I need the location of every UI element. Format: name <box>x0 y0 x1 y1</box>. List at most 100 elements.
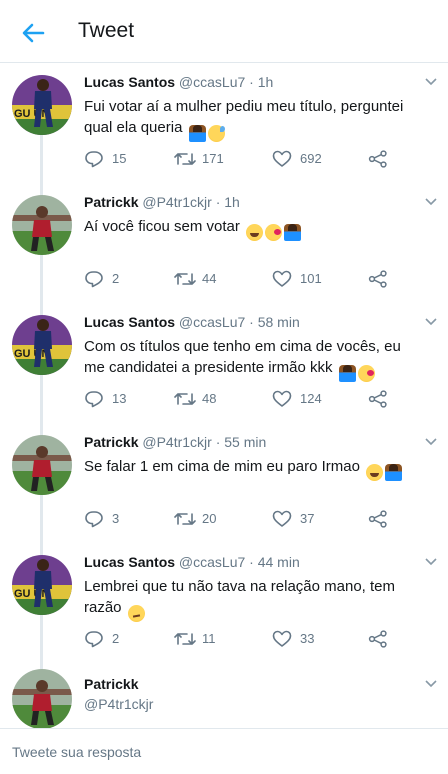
tweet[interactable]: GU UN Lucas Santos @ccasLu7 · 44 min Lem… <box>0 543 448 663</box>
heart-icon <box>272 390 292 407</box>
share-icon <box>368 150 387 168</box>
like-count: 101 <box>300 271 322 286</box>
tweet-header: Patrickk @P4tr1ckjr · 55 min <box>84 433 266 451</box>
retweet-icon <box>174 633 196 645</box>
reply-count: 15 <box>112 151 127 166</box>
chevron-down-icon[interactable] <box>424 315 438 329</box>
person-icon: person-icon <box>188 125 206 142</box>
tweet-body: Fui votar aí a mulher pediu meu título, … <box>84 98 404 136</box>
author-name[interactable]: Patrickk <box>84 194 138 210</box>
person-icon: person-icon <box>284 224 302 241</box>
laugh-icon: laugh-icon <box>246 224 264 241</box>
kiss-icon: kiss-icon <box>265 224 283 241</box>
author-handle-time: @ccasLu7 · 58 min <box>178 314 300 330</box>
tweet-header: Patrickk @P4tr1ckjr · 1h <box>84 193 240 211</box>
person-icon: person-icon <box>338 365 356 382</box>
chevron-down-icon[interactable] <box>424 677 438 691</box>
heart-icon <box>272 150 292 167</box>
share-icon <box>368 510 387 528</box>
author-name[interactable]: Lucas Santos <box>84 554 175 570</box>
retweet-icon <box>174 273 196 285</box>
tweet-actions: 2 44 101 <box>84 269 414 289</box>
retweet-count: 20 <box>202 511 217 526</box>
author-name[interactable]: Lucas Santos <box>84 314 175 330</box>
avatar[interactable] <box>12 195 72 255</box>
reply-count: 2 <box>112 631 120 646</box>
laugh-icon: laugh-icon <box>366 464 384 481</box>
retweet-count: 11 <box>202 631 216 646</box>
profile-row[interactable]: Patrickk @P4tr1ckjr <box>0 663 448 729</box>
tweet-text: Com os títulos que tenho em cima de você… <box>84 336 424 382</box>
avatar[interactable]: GU UN <box>12 555 72 615</box>
share-icon <box>368 630 387 648</box>
profile-name[interactable]: Patrickk <box>84 676 138 692</box>
chevron-down-icon[interactable] <box>424 435 438 449</box>
avatar-image <box>12 435 72 495</box>
chevron-down-icon[interactable] <box>424 195 438 209</box>
author-name[interactable]: Patrickk <box>84 434 138 450</box>
reply-icon <box>85 631 103 648</box>
like-count: 692 <box>300 151 322 166</box>
person-icon: person-icon <box>385 464 403 481</box>
tweet[interactable]: GU UN Lucas Santos @ccasLu7 · 1h Fui vot… <box>0 63 448 183</box>
heart-icon <box>272 270 292 287</box>
tweet[interactable]: Patrickk @P4tr1ckjr · 55 min Se falar 1 … <box>0 423 448 543</box>
reply-composer <box>0 728 448 774</box>
tweet-actions: 15 171 692 <box>84 149 414 169</box>
avatar-image <box>12 669 72 729</box>
avatar[interactable] <box>12 435 72 495</box>
like-count: 37 <box>300 511 315 526</box>
chevron-down-icon[interactable] <box>424 555 438 569</box>
reply-icon <box>85 271 103 288</box>
profile-handle[interactable]: @P4tr1ckjr <box>84 696 153 712</box>
retweet-count: 44 <box>202 271 217 286</box>
tweet-header: Lucas Santos @ccasLu7 · 58 min <box>84 313 300 331</box>
retweet-icon <box>174 393 196 405</box>
reply-input[interactable] <box>12 741 432 763</box>
top-bar: Tweet <box>0 0 448 63</box>
page-title: Tweet <box>78 19 135 42</box>
reply-icon <box>85 151 103 168</box>
avatar-image <box>12 195 72 255</box>
retweet-count: 171 <box>202 151 224 166</box>
tweet-body: Se falar 1 em cima de mim eu paro Irmao <box>84 458 360 475</box>
avatar-image: GU UN <box>12 315 72 375</box>
reply-icon <box>85 391 103 408</box>
tweet-text: Aí você ficou sem votar laugh-iconkiss-i… <box>84 216 424 241</box>
reply-count: 13 <box>112 391 127 406</box>
tweet-actions: 3 20 37 <box>84 509 414 529</box>
author-name[interactable]: Lucas Santos <box>84 74 175 90</box>
tweet[interactable]: GU UN Lucas Santos @ccasLu7 · 58 min Com… <box>0 303 448 423</box>
chevron-down-icon[interactable] <box>424 75 438 89</box>
tweet-actions: 2 11 33 <box>84 629 414 649</box>
author-handle-time: @P4tr1ckjr · 55 min <box>142 434 267 450</box>
retweet-icon <box>174 513 196 525</box>
avatar[interactable]: GU UN <box>12 75 72 135</box>
tweet-header: Lucas Santos @ccasLu7 · 44 min <box>84 553 300 571</box>
reply-icon <box>85 511 103 528</box>
smirk-icon: smirk-icon <box>127 605 145 622</box>
share-icon <box>368 390 387 408</box>
heart-icon <box>272 630 292 647</box>
reply-count: 3 <box>112 511 120 526</box>
like-count: 124 <box>300 391 322 406</box>
tweet-actions: 13 48 124 <box>84 389 414 409</box>
avatar[interactable] <box>12 669 72 729</box>
author-handle-time: @P4tr1ckjr · 1h <box>142 194 240 210</box>
tweet-text: Se falar 1 em cima de mim eu paro Irmao … <box>84 456 424 481</box>
reply-count: 2 <box>112 271 120 286</box>
avatar-image: GU UN <box>12 555 72 615</box>
like-count: 33 <box>300 631 315 646</box>
heart-icon <box>272 510 292 527</box>
sweat-smile-icon: sweat-smile-icon <box>207 125 225 142</box>
tweet-header: Lucas Santos @ccasLu7 · 1h <box>84 73 273 91</box>
avatar-image: GU UN <box>12 75 72 135</box>
avatar[interactable]: GU UN <box>12 315 72 375</box>
tweet-text: Lembrei que tu não tava na relação mano,… <box>84 576 424 622</box>
back-arrow-icon[interactable] <box>18 18 48 48</box>
tweet[interactable]: Patrickk @P4tr1ckjr · 1h Aí você ficou s… <box>0 183 448 303</box>
author-handle-time: @ccasLu7 · 1h <box>178 74 274 90</box>
conversation-thread: GU UN Lucas Santos @ccasLu7 · 1h Fui vot… <box>0 63 448 729</box>
tweet-text: Fui votar aí a mulher pediu meu título, … <box>84 96 424 142</box>
author-handle-time: @ccasLu7 · 44 min <box>178 554 300 570</box>
